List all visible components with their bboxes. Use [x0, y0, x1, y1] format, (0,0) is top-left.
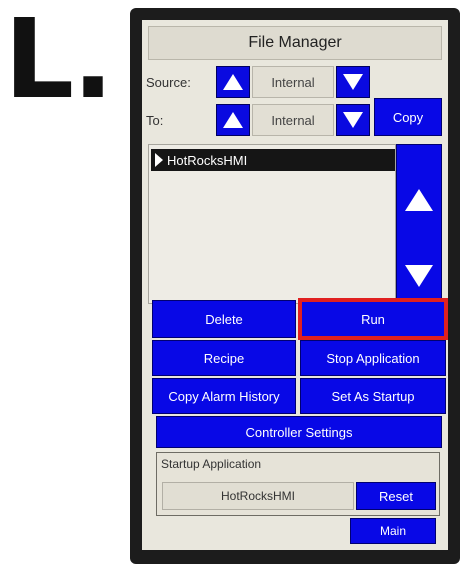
- source-up-button[interactable]: [216, 66, 250, 98]
- source-select[interactable]: Internal: [252, 66, 334, 98]
- window-title: File Manager: [148, 26, 442, 60]
- stop-application-button[interactable]: Stop Application: [300, 340, 446, 376]
- run-button[interactable]: Run: [298, 298, 448, 340]
- set-as-startup-button[interactable]: Set As Startup: [300, 378, 446, 414]
- list-item-label: HotRocksHMI: [167, 152, 248, 168]
- recipe-button[interactable]: Recipe: [152, 340, 296, 376]
- startup-application-label: Startup Application: [161, 457, 262, 471]
- down-arrow-icon: [343, 112, 363, 128]
- list-item[interactable]: HotRocksHMI: [151, 149, 395, 171]
- down-arrow-icon: [343, 74, 363, 90]
- to-label: To:: [146, 113, 164, 128]
- reset-button[interactable]: Reset: [356, 482, 436, 510]
- to-select[interactable]: Internal: [252, 104, 334, 136]
- controller-settings-button[interactable]: Controller Settings: [156, 416, 442, 448]
- scroll-down-button[interactable]: [403, 263, 435, 294]
- down-arrow-icon: [405, 265, 433, 287]
- up-arrow-icon: [405, 189, 433, 211]
- up-arrow-icon: [223, 74, 243, 90]
- to-down-button[interactable]: [336, 104, 370, 136]
- source-label: Source:: [146, 75, 191, 90]
- main-button[interactable]: Main: [350, 518, 436, 544]
- hmi-screen: File Manager Source: Internal To: Intern…: [142, 20, 448, 550]
- startup-application-value: HotRocksHMI: [162, 482, 354, 510]
- copy-alarm-history-button[interactable]: Copy Alarm History: [152, 378, 296, 414]
- up-arrow-icon: [223, 112, 243, 128]
- to-up-button[interactable]: [216, 104, 250, 136]
- selection-pointer-icon: [151, 149, 167, 171]
- source-down-button[interactable]: [336, 66, 370, 98]
- scroll-up-button[interactable]: [403, 187, 435, 218]
- delete-button[interactable]: Delete: [152, 300, 296, 338]
- copy-button[interactable]: Copy: [374, 98, 442, 136]
- annotation-letter: L.: [4, 0, 114, 123]
- list-scroll-panel: [396, 144, 442, 304]
- file-list[interactable]: HotRocksHMI: [148, 144, 396, 304]
